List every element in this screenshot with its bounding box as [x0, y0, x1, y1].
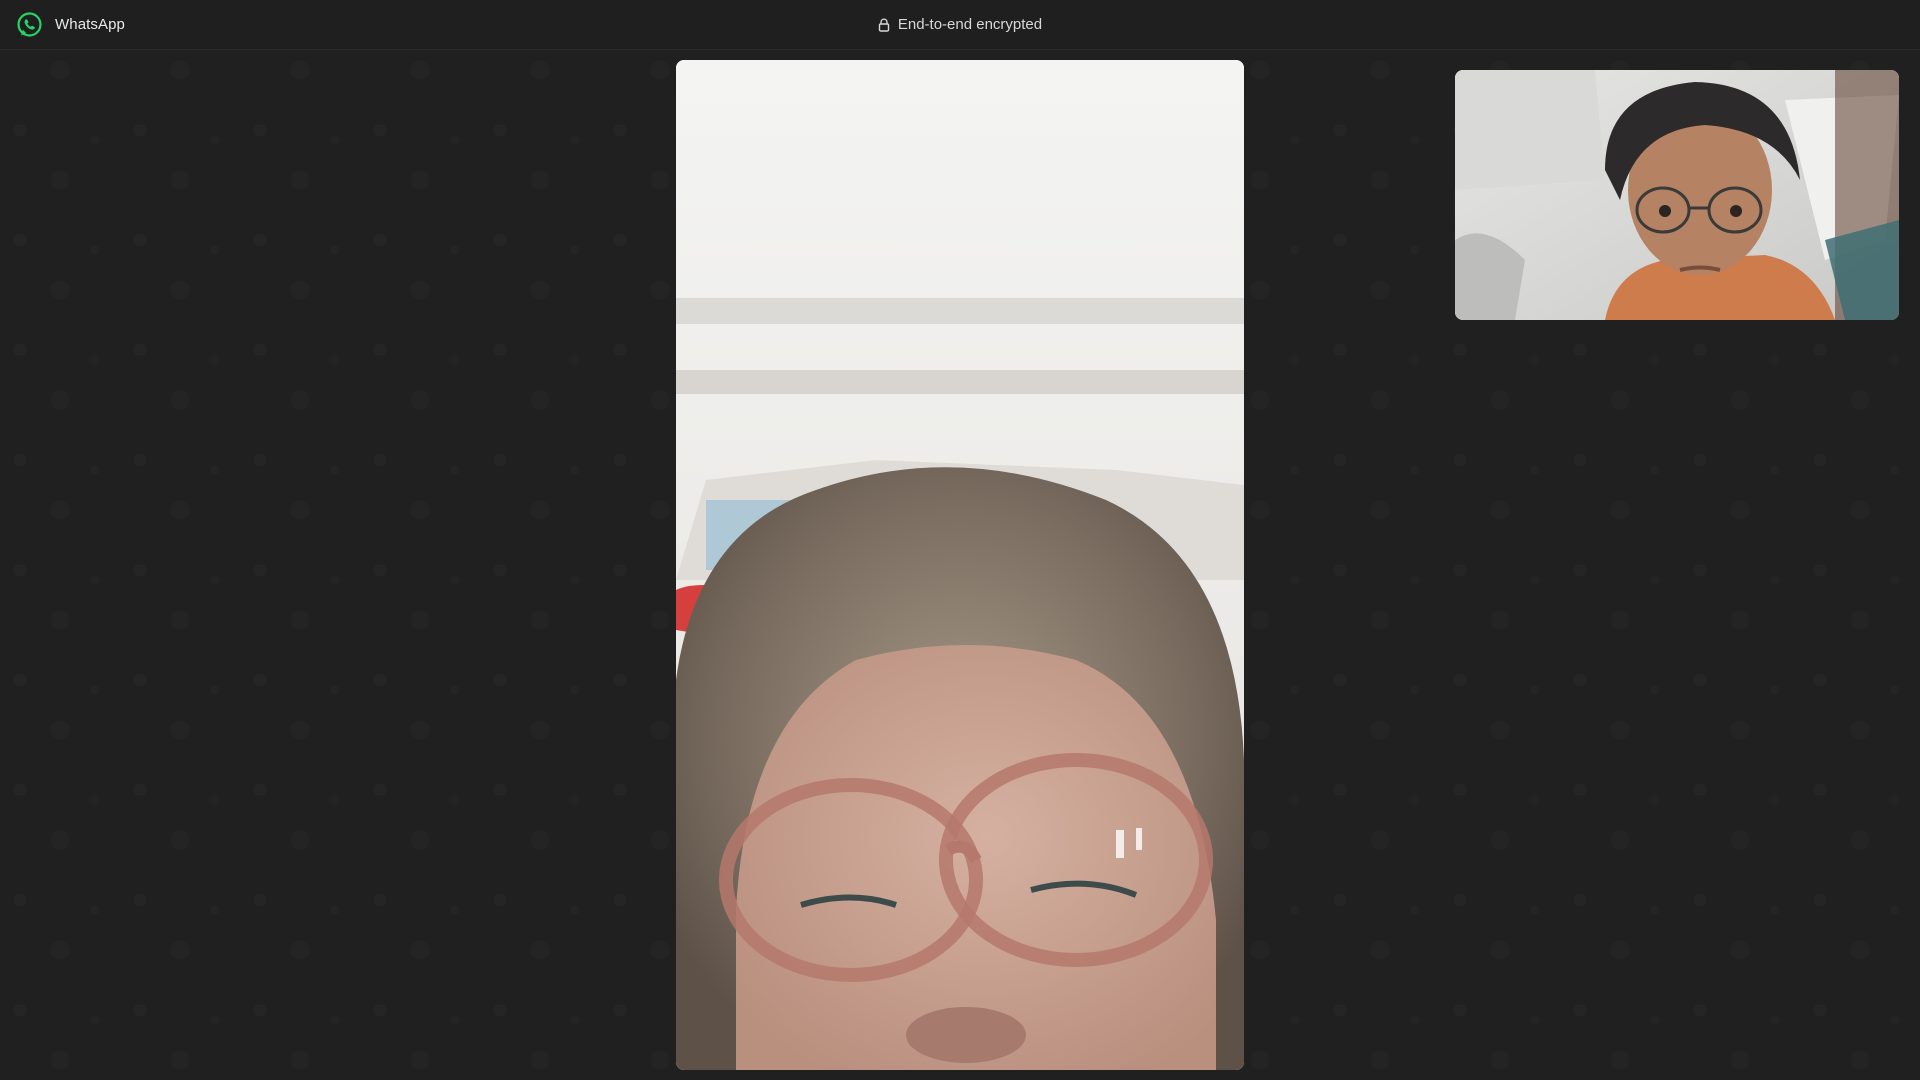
title-bar: WhatsApp End-to-end encrypted — [0, 0, 1920, 50]
lock-icon — [878, 17, 890, 32]
app-name: WhatsApp — [55, 16, 125, 33]
self-preview-video-icon — [1455, 70, 1899, 320]
app-brand: WhatsApp — [16, 11, 125, 38]
encryption-status: End-to-end encrypted — [850, 16, 1070, 33]
encryption-label: End-to-end encrypted — [897, 16, 1043, 33]
self-preview-video[interactable] — [1455, 70, 1899, 320]
whatsapp-call-window: WhatsApp End-to-end encrypted — [0, 0, 1920, 1080]
remote-participant-video-icon — [676, 60, 1244, 1070]
whatsapp-logo-icon — [17, 12, 42, 37]
remote-video-feed[interactable] — [676, 60, 1244, 1070]
